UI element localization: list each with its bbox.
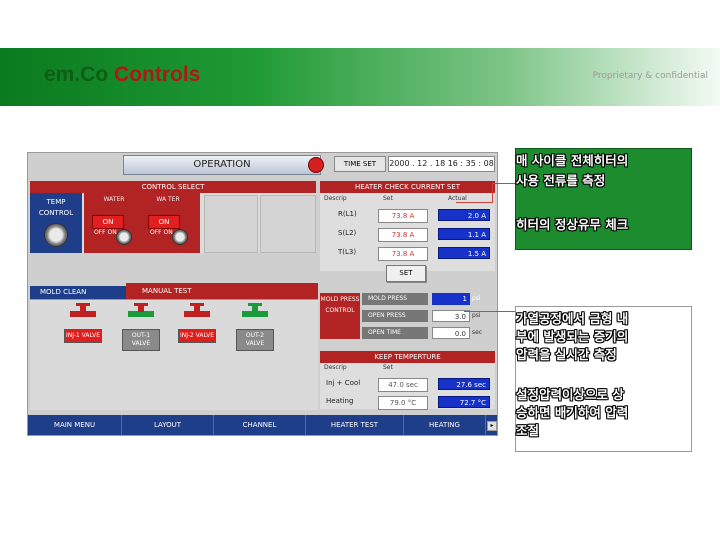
open-time-unit: sec xyxy=(472,329,483,336)
heating-actual: 72.7 °C xyxy=(438,396,490,408)
callout-2-line-2: 부에 발생되는 증기의 xyxy=(516,329,629,344)
water-2-switch-icon[interactable] xyxy=(172,229,188,245)
heater-phase-r: R(L1) xyxy=(338,210,357,218)
leader-line-heater xyxy=(456,202,492,203)
water-1-on-button[interactable]: ON xyxy=(92,215,124,229)
nav-heater-test[interactable]: HEATER TEST xyxy=(306,415,404,435)
water-2-on-button[interactable]: ON xyxy=(148,215,180,229)
heater-phase-t: T(L3) xyxy=(338,248,357,256)
out-2-valve-button[interactable]: OUT-2 VALVE xyxy=(236,329,274,351)
hmi-screen: OPERATION TIME SET 2000 . 12 . 18 16 : 3… xyxy=(27,152,498,436)
temp-control-label: TEMP CONTROL xyxy=(38,198,74,217)
heater-actual-r: 2.0 A xyxy=(438,209,490,221)
valve-red-icon xyxy=(184,303,210,323)
inj-cool-actual: 27.6 sec xyxy=(438,378,490,390)
heater-phase-s: S(L2) xyxy=(338,229,357,237)
empty-cell xyxy=(260,195,316,253)
header-banner: em.Co Controls Proprietary & confidentia… xyxy=(0,48,720,106)
time-set-button[interactable]: TIME SET xyxy=(334,156,386,172)
heater-col-desc: Descrip xyxy=(324,195,347,202)
callout-2-line-4: 설정압력이상으로 상 xyxy=(516,387,624,402)
scroll-right-icon[interactable]: ▸ xyxy=(487,421,497,431)
heater-col-actual: Actual xyxy=(448,195,467,202)
mold-press-unit: psi xyxy=(472,295,481,302)
callout-1-line-1: 매 사이클 전체히터의 xyxy=(516,153,629,168)
keep-col-set: Set xyxy=(383,364,393,371)
callout-1-line-2: 사용 전류를 측정 xyxy=(516,173,606,188)
heater-set-r[interactable]: 73.8 A xyxy=(378,209,428,223)
water-label-1: WATER xyxy=(103,196,125,203)
callout-2-line-1: 가열공정에서 금형 내 xyxy=(516,311,629,326)
heater-check-title: HEATER CHECK CURRENT SET xyxy=(320,181,495,193)
valve-green-icon xyxy=(242,303,268,323)
open-time-label: OPEN TIME xyxy=(362,327,428,339)
heater-actual-s: 1.1 A xyxy=(438,228,490,240)
control-select-title: CONTROL SELECT xyxy=(30,181,316,193)
mold-press-value[interactable]: 1 xyxy=(432,293,470,305)
inj-cool-label: Inj + Cool xyxy=(326,379,361,387)
open-press-unit: psi xyxy=(472,312,481,319)
valve-red-icon xyxy=(70,303,96,323)
callout-2-line-5: 승하면 배기하여 압력 xyxy=(516,405,629,420)
heater-col-set: Set xyxy=(383,195,393,202)
callout-2-line-3: 압력을 실시간 측정 xyxy=(516,347,617,362)
mold-clean-tab[interactable]: MOLD CLEAN xyxy=(30,286,126,299)
leader-line-pressure xyxy=(464,311,515,312)
water-1-switch-icon[interactable] xyxy=(116,229,132,245)
heating-label: Heating xyxy=(326,397,354,405)
nav-heating[interactable]: HEATING xyxy=(404,415,486,435)
water-label-2: WA TER xyxy=(156,196,180,203)
temp-knob-icon[interactable] xyxy=(44,223,68,247)
inj-cool-set[interactable]: 47.0 sec xyxy=(378,378,428,392)
stop-button[interactable] xyxy=(308,157,324,173)
valve-green-icon xyxy=(128,303,154,323)
company-logo: em.Co Controls xyxy=(44,63,200,87)
heater-actual-t: 1.5 A xyxy=(438,247,490,259)
inj-1-valve-button[interactable]: INJ-1 VALVE xyxy=(64,329,102,343)
out-1-valve-button[interactable]: OUT-1 VALVE xyxy=(122,329,160,351)
nav-main-menu[interactable]: MAIN MENU xyxy=(28,415,122,435)
confidential-label: Proprietary & confidential xyxy=(592,71,708,81)
time-value: 2000 . 12 . 18 16 : 35 : 08 xyxy=(388,156,495,172)
heater-set-t[interactable]: 73.8 A xyxy=(378,247,428,261)
inj-2-valve-button[interactable]: INJ-2 VALVE xyxy=(178,329,216,343)
leader-line-heater-h xyxy=(492,183,515,184)
callout-1-line-3: 히터의 정상유무 체크 xyxy=(516,217,629,232)
keep-temp-title: KEEP TEMPERTURE xyxy=(320,351,495,363)
heater-set-button[interactable]: SET xyxy=(386,265,426,282)
mold-press-label: MOLD PRESS xyxy=(362,293,428,305)
open-press-label: OPEN PRESS xyxy=(362,310,428,322)
mold-press-control-label: MOLD PRESS CONTROL xyxy=(320,293,360,339)
nav-channel[interactable]: CHANNEL xyxy=(214,415,306,435)
heating-set[interactable]: 79.0 °C xyxy=(378,396,428,410)
open-time-value[interactable]: 0.0 xyxy=(432,327,470,339)
nav-layout[interactable]: LAYOUT xyxy=(122,415,214,435)
callout-2-line-6: 조절 xyxy=(516,423,540,438)
temp-control-tab[interactable]: TEMP CONTROL xyxy=(30,193,82,253)
leader-line-heater-v xyxy=(492,183,493,203)
manual-test-title: MANUAL TEST xyxy=(126,283,318,299)
keep-col-desc: Descrip xyxy=(324,364,347,371)
logo-em: em.Co xyxy=(44,63,109,86)
heater-set-s[interactable]: 73.8 A xyxy=(378,228,428,242)
operation-title: OPERATION xyxy=(123,155,321,175)
logo-controls: Controls xyxy=(114,63,201,86)
empty-cell xyxy=(204,195,258,253)
